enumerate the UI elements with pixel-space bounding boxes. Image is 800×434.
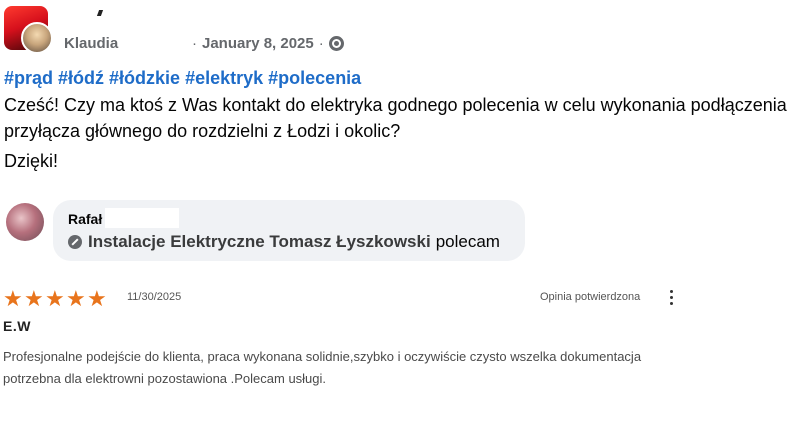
hashtag-link[interactable]: #łódzkie <box>109 68 180 88</box>
star-icon: ★ <box>66 286 86 311</box>
star-icon: ★ <box>87 286 107 311</box>
redaction-box <box>105 208 179 228</box>
reviewer-name: E.W <box>3 318 31 334</box>
star-icon: ★ <box>45 286 65 311</box>
post-closing: Dzięki! <box>4 151 59 171</box>
star-rating: ★ ★ ★ ★ ★ <box>3 286 107 311</box>
commenter-avatar[interactable] <box>6 203 44 241</box>
meta-separator: · <box>192 35 197 52</box>
privacy-group-icon <box>328 36 344 51</box>
hashtag-link[interactable]: #polecenia <box>268 68 361 88</box>
hashtag-list: #prąd #łódź #łódzkie #elektryk #polecenia <box>4 68 366 89</box>
page-tag-icon <box>68 235 82 249</box>
star-icon: ★ <box>24 286 44 311</box>
hashtag-link[interactable]: #łódź <box>58 68 104 88</box>
comment-author[interactable]: Rafał <box>68 211 102 227</box>
cropped-text-fragment <box>98 10 110 16</box>
comment-body: Instalacje Elektryczne Tomasz Łyszkowski… <box>68 232 500 252</box>
post-body: Cześć! Czy ma ktoś z Was kontakt do elek… <box>4 95 787 141</box>
post-date[interactable]: January 8, 2025 <box>202 35 314 52</box>
star-icon: ★ <box>3 286 23 311</box>
verified-label: Opinia potwierdzona <box>540 291 641 303</box>
hashtag-link[interactable]: #prąd <box>4 68 53 88</box>
comment-text: polecam <box>435 232 500 251</box>
post-author[interactable]: Klaudia <box>64 35 118 52</box>
review-text: Profesjonalne podejście do klienta, prac… <box>3 349 642 386</box>
post-meta: · January 8, 2025 · <box>192 35 344 52</box>
more-options-icon[interactable] <box>664 286 678 308</box>
author-avatar[interactable] <box>21 22 53 54</box>
hashtag-link[interactable]: #elektryk <box>185 68 263 88</box>
tagged-page-link[interactable]: Instalacje Elektryczne Tomasz Łyszkowski <box>88 232 431 252</box>
meta-separator: · <box>318 35 324 52</box>
review-date: 11/30/2025 <box>127 291 182 303</box>
post-header: Klaudia · January 8, 2025 · <box>0 0 800 60</box>
